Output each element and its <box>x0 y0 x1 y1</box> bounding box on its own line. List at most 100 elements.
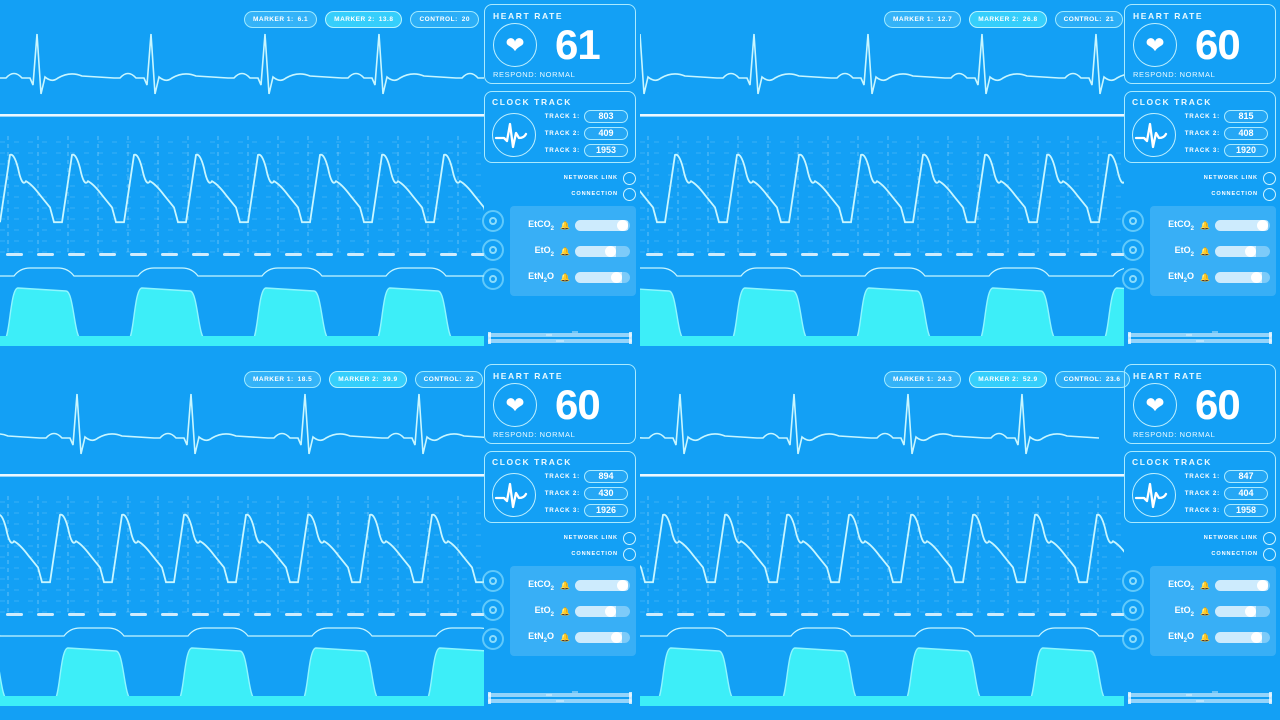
marker-2-label: MARKER 2: <box>978 16 1019 23</box>
track-2-row: TRACK 2: 430 <box>542 486 628 500</box>
dial-knob-2[interactable] <box>1122 239 1144 261</box>
etco2-slider[interactable] <box>1214 219 1270 231</box>
dial-knob-3[interactable] <box>482 268 504 290</box>
dial-knob-3[interactable] <box>482 628 504 650</box>
bell-icon[interactable]: 🔔 <box>1200 273 1210 282</box>
marker-chip-row: MARKER 1: 24.3 MARKER 2: 52.9 CONTROL: 2… <box>884 371 1130 388</box>
marker-chip-row: MARKER 1: 6.1 MARKER 2: 13.8 CONTROL: 20 <box>244 11 479 28</box>
marker-2-chip[interactable]: MARKER 2: 13.8 <box>325 11 403 28</box>
track-1-value[interactable]: 803 <box>584 109 628 123</box>
marker-1-chip[interactable]: MARKER 1: 18.5 <box>244 371 322 388</box>
track-2-value[interactable]: 404 <box>1224 486 1268 500</box>
etn2o-slider[interactable] <box>574 631 630 643</box>
track-2-value[interactable]: 430 <box>584 486 628 500</box>
marker-1-chip[interactable]: MARKER 1: 6.1 <box>244 11 318 28</box>
bell-icon[interactable]: 🔔 <box>560 607 570 616</box>
dial-knob-2[interactable] <box>482 239 504 261</box>
track-1-value[interactable]: 894 <box>584 469 628 483</box>
heart-icon-ring: ❤ <box>493 23 537 67</box>
marker-2-label: MARKER 2: <box>978 376 1019 383</box>
connection-row[interactable]: CONNECTION <box>484 546 636 562</box>
track-2-label: TRACK 2: <box>1184 489 1220 497</box>
track-1-label: TRACK 1: <box>1184 112 1220 120</box>
network-link-label: NETWORK LINK <box>563 535 618 541</box>
marker-1-chip[interactable]: MARKER 1: 12.7 <box>884 11 962 28</box>
track-3-value[interactable]: 1953 <box>584 143 628 157</box>
marker-2-chip[interactable]: MARKER 2: 26.8 <box>969 11 1047 28</box>
bell-icon[interactable]: 🔔 <box>1200 581 1210 590</box>
track-1-value[interactable]: 815 <box>1224 109 1268 123</box>
marker-2-chip[interactable]: MARKER 2: 39.9 <box>329 371 407 388</box>
dial-knob-3[interactable] <box>1122 268 1144 290</box>
track-2-value[interactable]: 409 <box>584 126 628 140</box>
connection-row[interactable]: CONNECTION <box>484 186 636 202</box>
network-link-row[interactable]: NETWORK LINK <box>484 170 636 186</box>
eto2-slider[interactable] <box>1214 245 1270 257</box>
marker-2-chip[interactable]: MARKER 2: 52.9 <box>969 371 1047 388</box>
track-1-row: TRACK 1: 894 <box>542 469 628 483</box>
control-chip[interactable]: CONTROL: 22 <box>414 371 484 388</box>
network-link-row[interactable]: NETWORK LINK <box>1124 170 1276 186</box>
network-link-indicator <box>1263 171 1276 185</box>
dial-knob-2[interactable] <box>482 599 504 621</box>
eto2-slider[interactable] <box>574 245 630 257</box>
dial-knob-3[interactable] <box>1122 628 1144 650</box>
connection-row[interactable]: CONNECTION <box>1124 186 1276 202</box>
bell-icon[interactable]: 🔔 <box>1200 247 1210 256</box>
etn2o-row: EtN2O 🔔 <box>514 264 630 290</box>
track-2-value[interactable]: 408 <box>1224 126 1268 140</box>
etn2o-slider[interactable] <box>1214 631 1270 643</box>
track-1-value[interactable]: 847 <box>1224 469 1268 483</box>
arterial-trace <box>640 513 1124 584</box>
dial-knob-2[interactable] <box>1122 599 1144 621</box>
control-label: CONTROL: <box>1063 16 1102 23</box>
track-3-value[interactable]: 1926 <box>584 503 628 517</box>
bell-icon[interactable]: 🔔 <box>1200 607 1210 616</box>
bell-icon[interactable]: 🔔 <box>1200 221 1210 230</box>
connection-label: CONNECTION <box>1211 191 1258 197</box>
clock-track-title: CLOCK TRACK <box>1132 97 1212 107</box>
waveform-area <box>0 360 484 720</box>
bell-icon[interactable]: 🔔 <box>1200 633 1210 642</box>
marker-1-label: MARKER 1: <box>253 16 294 23</box>
dial-knob-1[interactable] <box>1122 570 1144 592</box>
etco2-slider[interactable] <box>574 219 630 231</box>
etco2-slider[interactable] <box>574 579 630 591</box>
etco2-slider[interactable] <box>1214 579 1270 591</box>
control-chip[interactable]: CONTROL: 20 <box>410 11 479 28</box>
control-chip[interactable]: CONTROL: 21 <box>1054 11 1124 28</box>
dial-knob-1[interactable] <box>482 210 504 232</box>
respiration-trace <box>0 627 484 637</box>
eto2-slider[interactable] <box>574 605 630 617</box>
connection-row[interactable]: CONNECTION <box>1124 546 1276 562</box>
dial-knob-1[interactable] <box>1122 210 1144 232</box>
etn2o-label: EtN2O <box>528 630 554 644</box>
marker-2-label: MARKER 2: <box>334 16 375 23</box>
ecg-trace <box>0 33 484 95</box>
clock-track-panel: CLOCK TRACK TRACK 1: 894 TRACK 2: 430 TR… <box>484 451 636 523</box>
network-link-row[interactable]: NETWORK LINK <box>484 530 636 546</box>
etn2o-label: EtN2O <box>1168 270 1194 284</box>
track-3-value[interactable]: 1958 <box>1224 503 1268 517</box>
etn2o-slider[interactable] <box>1214 271 1270 283</box>
track-3-value[interactable]: 1920 <box>1224 143 1268 157</box>
dial-knob-1[interactable] <box>482 570 504 592</box>
status-sidebar: HEART RATE ❤ 60 RESPOND: NORMAL CLOCK TR… <box>482 364 636 716</box>
control-chip[interactable]: CONTROL: 23.6 <box>1054 371 1130 388</box>
ecg-trace <box>640 33 1124 95</box>
eto2-slider[interactable] <box>1214 605 1270 617</box>
bell-icon[interactable]: 🔔 <box>560 273 570 282</box>
marker-1-chip[interactable]: MARKER 1: 24.3 <box>884 371 962 388</box>
bell-icon[interactable]: 🔔 <box>560 221 570 230</box>
bell-icon[interactable]: 🔔 <box>560 633 570 642</box>
bell-icon[interactable]: 🔔 <box>560 247 570 256</box>
gas-slider-box: EtCO2 🔔 EtO2 🔔 EtN2O 🔔 <box>1150 566 1276 656</box>
respiration-trace <box>640 267 1124 277</box>
control-value: 23.6 <box>1105 376 1121 383</box>
etn2o-row: EtN2O 🔔 <box>1154 624 1270 650</box>
network-link-row[interactable]: NETWORK LINK <box>1124 530 1276 546</box>
etn2o-slider[interactable] <box>574 271 630 283</box>
bell-icon[interactable]: 🔔 <box>560 581 570 590</box>
respond-status: RESPOND: NORMAL <box>1133 430 1216 439</box>
marker-1-value: 18.5 <box>297 376 313 383</box>
